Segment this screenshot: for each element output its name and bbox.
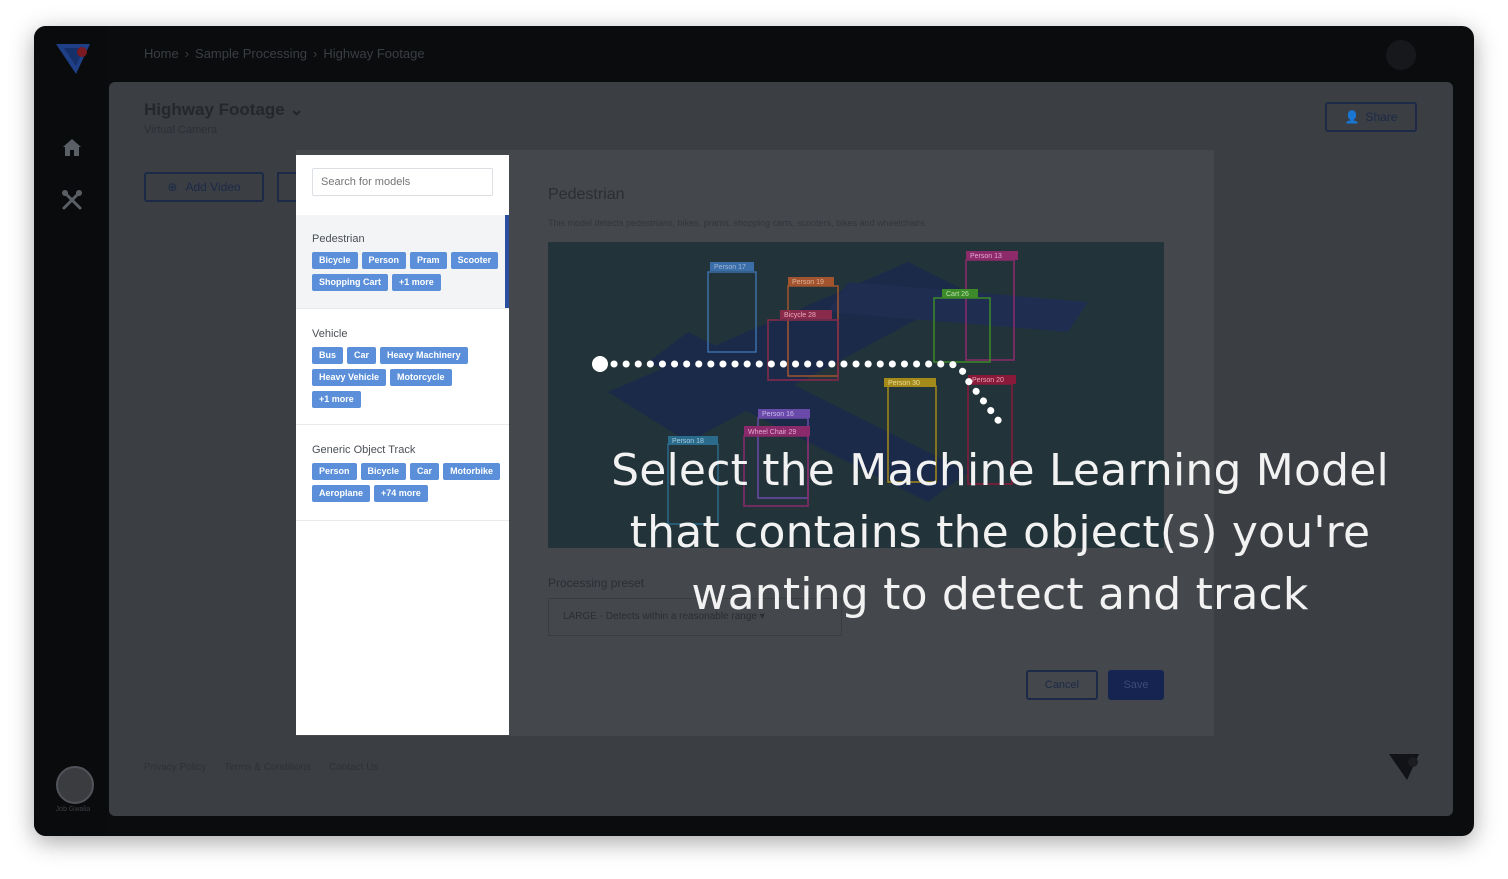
tooltip-line: wanting to detect and track — [691, 569, 1309, 620]
tooltip-line: that contains the object(s) you're — [629, 507, 1371, 558]
tutorial-tooltip: Select the Machine Learning Model that c… — [560, 440, 1440, 626]
tooltip-line: Select the Machine Learning Model — [611, 445, 1389, 496]
